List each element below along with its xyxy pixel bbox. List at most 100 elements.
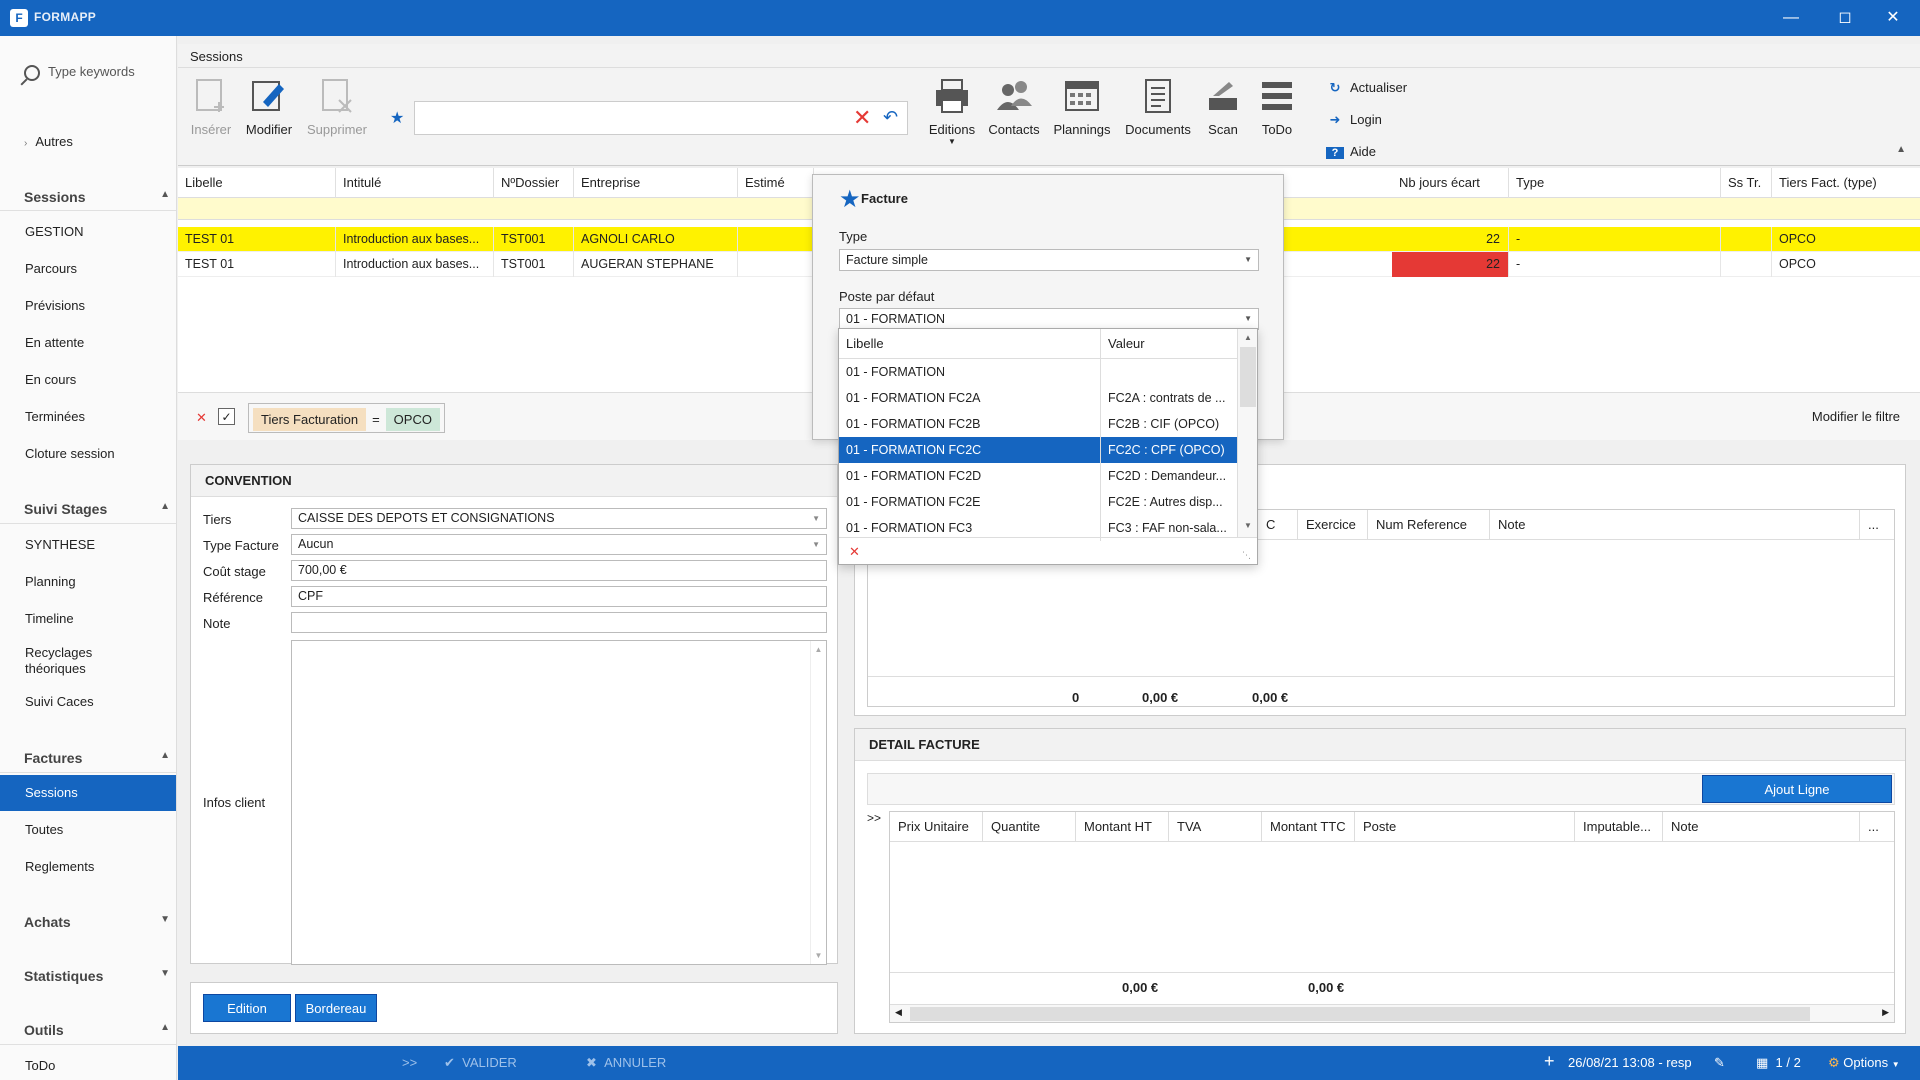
sidebar-item-recyclages[interactable]: Recyclages théoriques — [0, 640, 120, 682]
scroll-left-icon[interactable]: ◀ — [895, 1007, 902, 1018]
dropdown-option[interactable]: 01 - FORMATION FC2D FC2D : Demandeur... — [839, 463, 1239, 489]
modify-button[interactable]: Modifier — [242, 76, 296, 137]
col-tva[interactable]: TVA — [1169, 812, 1262, 842]
pages-button[interactable]: ▦ 1 / 2 — [1756, 1055, 1801, 1071]
columns-menu-button[interactable]: ... — [1860, 812, 1896, 842]
section-statistiques[interactable]: Statistiques ▼ — [24, 968, 170, 984]
sidebar-item-cloture[interactable]: Cloture session — [0, 436, 176, 472]
sidebar-item-terminees[interactable]: Terminées — [0, 399, 176, 435]
clear-search-icon[interactable]: ✕ — [853, 105, 871, 131]
scrollbar-thumb[interactable] — [910, 1007, 1810, 1021]
close-icon[interactable]: ✕ — [1866, 0, 1920, 36]
help-button[interactable]: ? Aide — [1326, 144, 1376, 159]
dropdown-option[interactable]: 01 - FORMATION — [839, 359, 1239, 385]
maximize-icon[interactable]: ◻ — [1818, 0, 1872, 36]
expand-detail-icon[interactable]: >> — [867, 811, 881, 825]
col-imputable[interactable]: Imputable... — [1575, 812, 1663, 842]
col-c[interactable]: C — [1258, 510, 1298, 540]
col-poste[interactable]: Poste — [1355, 812, 1575, 842]
sidebar-item-parcours[interactable]: Parcours — [0, 251, 176, 287]
annuler-button[interactable]: ✖ ANNULER — [586, 1055, 666, 1071]
documents-button[interactable]: Documents — [1122, 76, 1194, 137]
dropdown-scrollbar[interactable]: ▲ ▼ — [1237, 329, 1257, 537]
modify-filter-link[interactable]: Modifier le filtre — [1812, 409, 1900, 424]
sidebar-item-reglements[interactable]: Reglements — [0, 849, 176, 885]
minimize-icon[interactable]: — — [1764, 0, 1818, 36]
plannings-button[interactable]: Plannings — [1050, 76, 1114, 137]
col-libelle[interactable]: Libelle — [178, 168, 336, 198]
filter-enabled-checkbox[interactable]: ✓ — [218, 408, 235, 425]
col-montant-ht[interactable]: Montant HT — [1076, 812, 1169, 842]
sidebar-item-en-cours[interactable]: En cours — [0, 362, 176, 398]
type-facture-select[interactable]: Aucun ▼ — [291, 534, 827, 555]
options-button[interactable]: ⚙ Options ▼ — [1828, 1055, 1900, 1071]
col-tiers-fact[interactable]: Tiers Fact. (type) — [1772, 168, 1920, 198]
col-libelle[interactable]: Libelle — [839, 329, 1101, 359]
clear-selection-icon[interactable]: ✕ — [849, 544, 860, 560]
col-valeur[interactable]: Valeur — [1101, 329, 1239, 359]
sidebar-item-gestion[interactable]: GESTION — [0, 214, 176, 250]
dropdown-option[interactable]: 01 - FORMATION FC2A FC2A : contrats de ..… — [839, 385, 1239, 411]
pencil-icon[interactable]: ✎ — [1714, 1055, 1725, 1071]
section-suivi-stages[interactable]: Suivi Stages ▲ — [24, 501, 170, 517]
col-montant-ttc[interactable]: Montant TTC — [1262, 812, 1355, 842]
bordereau-button[interactable]: Bordereau — [295, 994, 377, 1022]
resize-grip-icon[interactable]: ⋱ — [1242, 550, 1251, 561]
col-exercice[interactable]: Exercice — [1298, 510, 1368, 540]
sidebar-item-todo[interactable]: ToDo — [0, 1048, 176, 1080]
insert-button[interactable]: Insérer — [186, 76, 236, 137]
col-estime[interactable]: Estimé — [738, 168, 814, 198]
expand-status-icon[interactable]: >> — [402, 1055, 417, 1070]
delete-button[interactable]: Supprimer — [304, 76, 370, 137]
scroll-right-icon[interactable]: ▶ — [1882, 1007, 1889, 1018]
col-prix-unitaire[interactable]: Prix Unitaire — [890, 812, 983, 842]
col-intitule[interactable]: Intitulé — [336, 168, 494, 198]
add-line-button[interactable]: Ajout Ligne — [1702, 775, 1892, 803]
edition-button[interactable]: Edition — [203, 994, 291, 1022]
section-sessions[interactable]: Sessions ▲ — [24, 189, 170, 205]
contacts-button[interactable]: Contacts — [986, 76, 1042, 137]
sidebar-item-previsions[interactable]: Prévisions — [0, 288, 176, 324]
collapse-ribbon-icon[interactable]: ▲ — [1896, 144, 1906, 155]
tab-sessions[interactable]: Sessions — [190, 49, 243, 64]
sidebar-item-factures-sessions[interactable]: Sessions — [0, 775, 176, 811]
cout-stage-field[interactable]: 700,00 € — [291, 560, 827, 581]
sidebar-item-toutes[interactable]: Toutes — [0, 812, 176, 848]
scrollbar-thumb[interactable] — [1240, 347, 1256, 407]
section-outils[interactable]: Outils ▲ — [24, 1022, 170, 1038]
col-num-reference[interactable]: Num Reference — [1368, 510, 1490, 540]
col-dossier[interactable]: NºDossier — [494, 168, 574, 198]
col-ss-tr[interactable]: Ss Tr. — [1721, 168, 1772, 198]
col-type[interactable]: Type — [1509, 168, 1721, 198]
scroll-down-icon[interactable]: ▼ — [1238, 521, 1258, 530]
sidebar-item-timeline[interactable]: Timeline — [0, 601, 176, 637]
dropdown-option[interactable]: 01 - FORMATION FC2E FC2E : Autres disp... — [839, 489, 1239, 515]
infos-client-textarea[interactable]: ▲ ▼ — [291, 640, 827, 965]
note-field[interactable] — [291, 612, 827, 633]
reference-field[interactable]: CPF — [291, 586, 827, 607]
col-note[interactable]: Note — [1663, 812, 1860, 842]
section-achats[interactable]: Achats ▼ — [24, 914, 170, 930]
col-entreprise[interactable]: Entreprise — [574, 168, 738, 198]
tiers-select[interactable]: CAISSE DES DEPOTS ET CONSIGNATIONS ▼ — [291, 508, 827, 529]
col-note[interactable]: Note — [1490, 510, 1860, 540]
undo-icon[interactable]: ↶ — [883, 107, 898, 128]
horizontal-scrollbar[interactable]: ◀ ▶ — [890, 1004, 1894, 1022]
section-factures[interactable]: Factures ▲ — [24, 750, 170, 766]
sidebar-item-suivi-caces[interactable]: Suivi Caces — [0, 684, 176, 720]
sidebar-item-synthese[interactable]: SYNTHESE — [0, 527, 176, 563]
login-button[interactable]: ➜ Login — [1326, 112, 1382, 128]
dropdown-option[interactable]: 01 - FORMATION FC2C FC2C : CPF (OPCO) — [839, 437, 1239, 463]
favorite-star-icon[interactable]: ★ — [390, 108, 404, 128]
scroll-up-icon[interactable]: ▲ — [1238, 333, 1258, 342]
col-quantite[interactable]: Quantite — [983, 812, 1076, 842]
col-nb-jours[interactable]: Nb jours écart — [1392, 168, 1509, 198]
columns-menu-button[interactable]: ... — [1860, 510, 1896, 540]
filter-expression[interactable]: Tiers Facturation = OPCO — [248, 403, 445, 433]
sidebar-item-en-attente[interactable]: En attente — [0, 325, 176, 361]
sidebar-autres[interactable]: › Autres — [24, 134, 73, 149]
valider-button[interactable]: ✔ VALIDER — [444, 1055, 517, 1071]
todo-button[interactable]: ToDo — [1254, 76, 1300, 137]
sidebar-search[interactable]: Type keywords — [24, 64, 135, 81]
clear-filter-icon[interactable]: ✕ — [196, 410, 207, 426]
